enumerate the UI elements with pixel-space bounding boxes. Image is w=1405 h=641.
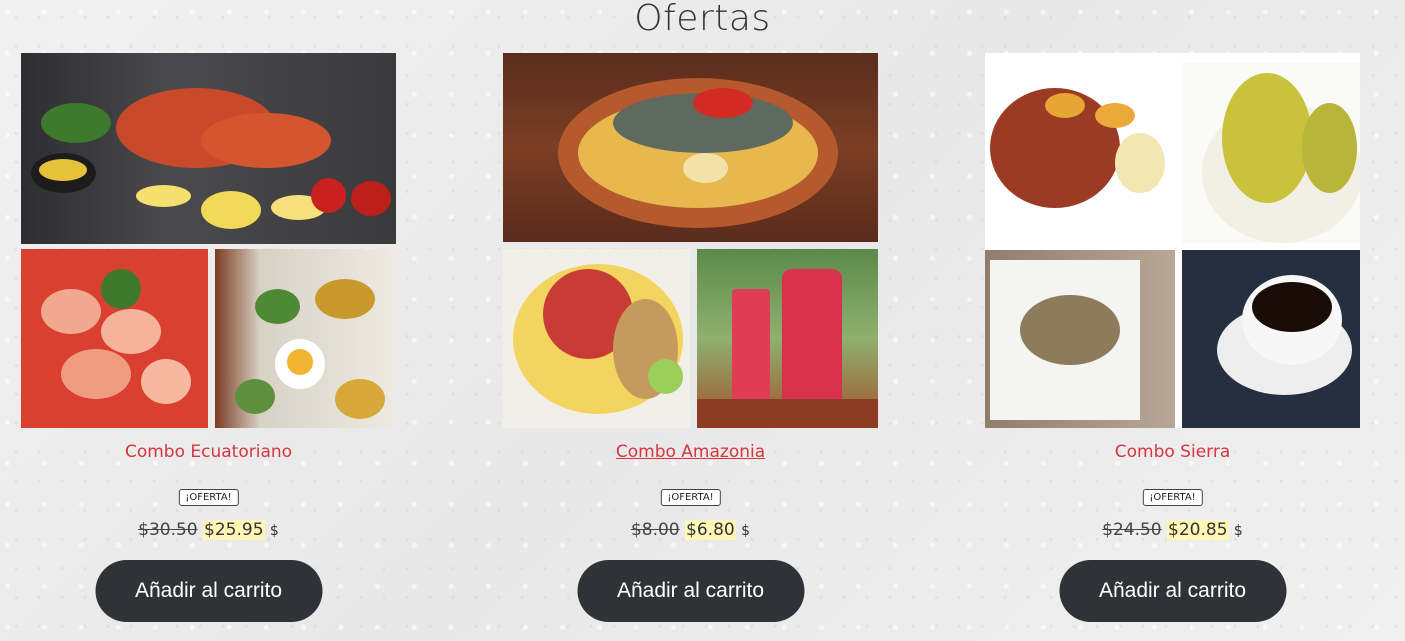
product-card-combo-amazonia: Combo Amazonia ¡OFERTA! $8.00 $6.80 $ Añ…	[503, 53, 878, 622]
section-title: Ofertas	[634, 0, 771, 39]
sale-badge: ¡OFERTA!	[178, 489, 239, 506]
sale-badge: ¡OFERTA!	[660, 489, 721, 506]
product-image-combo-sierra[interactable]	[985, 53, 1360, 428]
price: $8.00 $6.80 $	[473, 520, 908, 540]
add-to-cart-button[interactable]: Añadir al carrito	[95, 560, 322, 622]
old-price: $30.50	[138, 520, 198, 540]
sale-price: $6.80	[685, 520, 736, 540]
product-card-combo-ecuatoriano: Combo Ecuatoriano ¡OFERTA! $30.50 $25.95…	[21, 53, 396, 622]
currency-symbol: $	[741, 523, 751, 539]
product-image-combo-ecuatoriano[interactable]	[21, 53, 396, 428]
sale-badge: ¡OFERTA!	[1142, 489, 1203, 506]
price: $24.50 $20.85 $	[955, 520, 1390, 540]
old-price: $8.00	[630, 520, 680, 540]
add-to-cart-button[interactable]: Añadir al carrito	[1059, 560, 1286, 622]
sale-price: $25.95	[203, 520, 265, 540]
product-name[interactable]: Combo Ecuatoriano	[0, 442, 426, 462]
product-name[interactable]: Combo Sierra	[955, 442, 1390, 462]
currency-symbol: $	[1233, 523, 1243, 539]
product-image-combo-amazonia[interactable]	[503, 53, 878, 428]
add-to-cart-button[interactable]: Añadir al carrito	[577, 560, 804, 622]
sale-price: $20.85	[1167, 520, 1229, 540]
product-card-combo-sierra: Combo Sierra ¡OFERTA! $24.50 $20.85 $ Añ…	[985, 53, 1360, 622]
old-price: $24.50	[1102, 520, 1162, 540]
price: $30.50 $25.95 $	[0, 520, 426, 540]
product-name[interactable]: Combo Amazonia	[473, 442, 908, 462]
currency-symbol: $	[269, 523, 279, 539]
